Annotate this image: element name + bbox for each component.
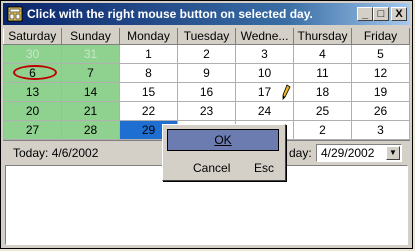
cancel-menu-item[interactable]: Cancel	[193, 161, 230, 175]
day-header-row: Saturday Sunday Monday Tuesday Wedne... …	[3, 28, 410, 45]
context-menu: OK Cancel Esc	[162, 124, 286, 181]
week-row: 20 21 22 23 24 25 26	[3, 101, 410, 121]
today-label: Today: 4/6/2002	[13, 146, 99, 160]
day-cell[interactable]: 3	[235, 44, 294, 64]
day-cell[interactable]: 14	[61, 82, 120, 102]
week-row: 6 7 8 9 10 11 12	[3, 63, 410, 83]
date-dropdown[interactable]: 4/29/2002 ▼	[316, 144, 402, 162]
dropdown-arrow-icon[interactable]: ▼	[386, 146, 400, 160]
maximize-button[interactable]: □	[373, 7, 389, 21]
day-cell[interactable]: 20	[3, 101, 62, 121]
today-circle-marker	[13, 65, 57, 80]
day-header-monday: Monday	[119, 28, 178, 45]
day-header-wednesday: Wedne...	[235, 28, 294, 45]
day-cell[interactable]: 9	[177, 63, 236, 83]
day-cell[interactable]: 31	[61, 44, 120, 64]
day-cell[interactable]: 12	[351, 63, 410, 83]
day-cell[interactable]: 28	[61, 120, 120, 140]
week-row: 13 14 15 16 17 18 19	[3, 82, 410, 102]
day-cell[interactable]: 3	[351, 120, 410, 140]
day-cell[interactable]: 23	[177, 101, 236, 121]
day-cell[interactable]: 19	[351, 82, 410, 102]
day-cell[interactable]: 1	[119, 44, 178, 64]
day-cell[interactable]: 8	[119, 63, 178, 83]
day-cell[interactable]: 13	[3, 82, 62, 102]
day-cell[interactable]: 2	[177, 44, 236, 64]
day-cell[interactable]: 10	[235, 63, 294, 83]
day-cell[interactable]: 22	[119, 101, 178, 121]
pencil-icon	[282, 84, 291, 100]
app-icon	[7, 6, 23, 22]
close-button[interactable]: X	[391, 7, 407, 21]
day-cell[interactable]: 18	[293, 82, 352, 102]
day-cell[interactable]: 26	[351, 101, 410, 121]
calendar-grid: Saturday Sunday Monday Tuesday Wedne... …	[3, 28, 410, 140]
title-bar[interactable]: Click with the right mouse button on sel…	[3, 3, 410, 25]
minimize-button[interactable]: _	[357, 7, 373, 21]
day-cell[interactable]: 5	[351, 44, 410, 64]
date-dropdown-value: 4/29/2002	[321, 146, 375, 160]
day-cell[interactable]: 27	[3, 120, 62, 140]
day-header-tuesday: Tuesday	[177, 28, 236, 45]
day-cell[interactable]: 17	[235, 82, 294, 102]
day-cell[interactable]: 4	[293, 44, 352, 64]
day-cell[interactable]: 21	[61, 101, 120, 121]
week-row: 30 31 1 2 3 4 5	[3, 44, 410, 64]
today-cell[interactable]: 6	[3, 63, 62, 83]
ok-label: OK	[214, 133, 232, 147]
day-cell[interactable]: 7	[61, 63, 120, 83]
ok-menu-item[interactable]: OK	[167, 129, 279, 151]
day-header-sunday: Sunday	[61, 28, 120, 45]
day-number: 17	[257, 85, 272, 99]
day-header-thursday: Thursday	[293, 28, 352, 45]
selected-day-label: day:	[289, 146, 312, 160]
day-cell[interactable]: 2	[293, 120, 352, 140]
esc-shortcut-label: Esc	[254, 161, 275, 175]
day-cell[interactable]: 25	[293, 101, 352, 121]
day-cell[interactable]: 16	[177, 82, 236, 102]
day-cell[interactable]: 15	[119, 82, 178, 102]
day-header-friday: Friday	[351, 28, 410, 45]
day-cell[interactable]: 30	[3, 44, 62, 64]
window-title: Click with the right mouse button on sel…	[27, 7, 313, 21]
day-header-saturday: Saturday	[3, 28, 62, 45]
day-cell[interactable]: 24	[235, 101, 294, 121]
day-cell[interactable]: 11	[293, 63, 352, 83]
